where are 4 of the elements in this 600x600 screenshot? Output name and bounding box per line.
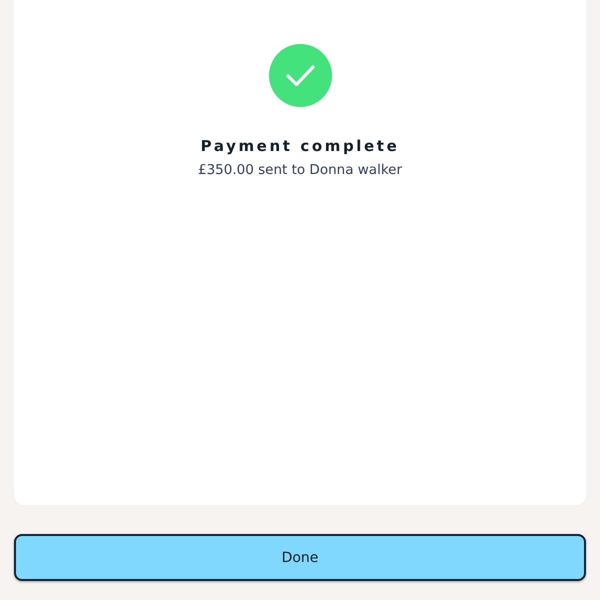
done-button[interactable]: Done xyxy=(14,534,586,581)
payment-title: Payment complete xyxy=(200,137,400,155)
checkmark-icon xyxy=(268,44,332,107)
payment-message: £350.00 sent to Donna walker xyxy=(198,162,402,178)
